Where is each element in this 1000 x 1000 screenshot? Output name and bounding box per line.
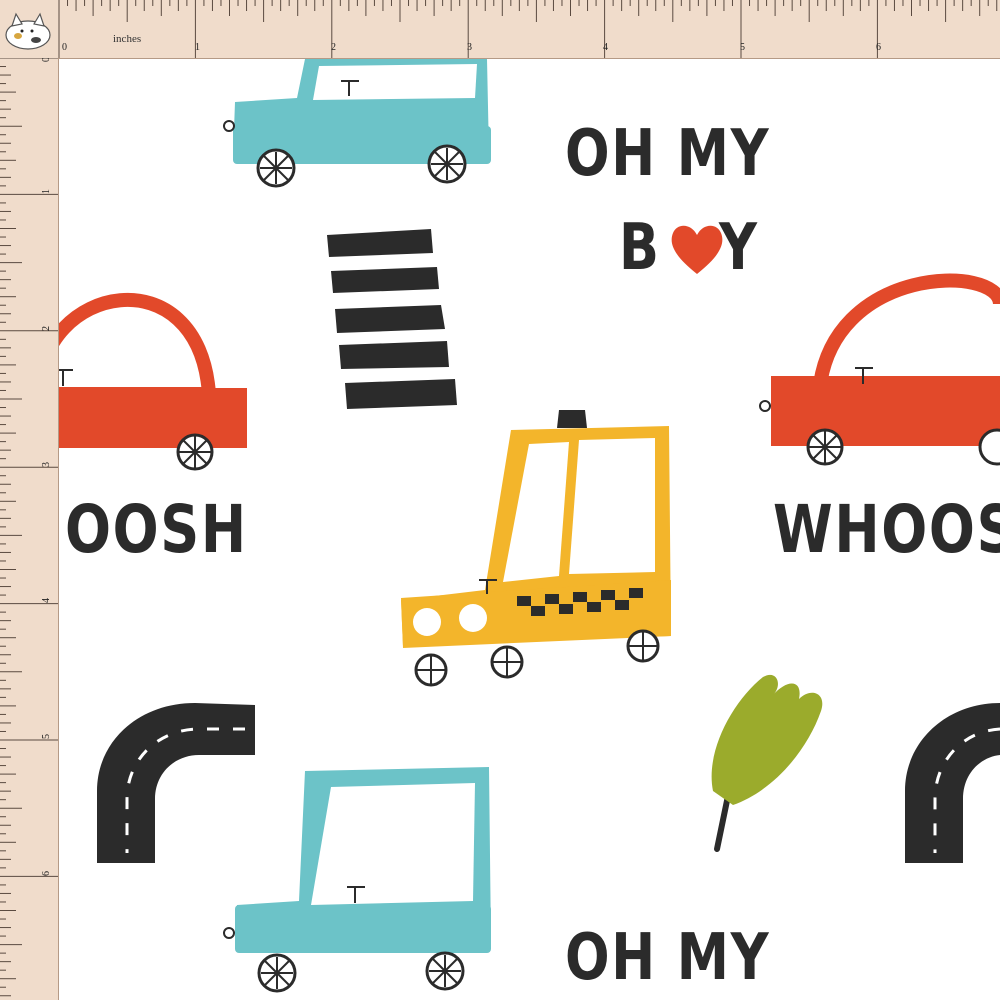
top-ruler-number: 4 (603, 42, 608, 53)
top-ruler-number: 6 (876, 42, 881, 53)
top-ruler-ticks (58, 0, 998, 58)
top-ruler-number: 1 (195, 42, 200, 53)
blue-car-bottom-icon (223, 767, 491, 993)
top-ruler-number: 2 (331, 42, 336, 53)
oh-my-text-bottom: OH MY (565, 921, 771, 995)
fabric-pattern-canvas: OH MY B Y OOSH WHOOS OH MY (59, 59, 1000, 1000)
left-ruler-number: 2 (41, 326, 52, 331)
boy-text-y: Y (719, 211, 759, 285)
whoosh-text-right: WHOOS (773, 491, 1000, 568)
top-ruler: inches 0 1 2 3 4 5 6 (0, 0, 1000, 59)
ruler-corner (0, 0, 58, 58)
cat-mascot-icon (5, 12, 51, 50)
ruler-unit-label: inches (113, 33, 142, 45)
road-curve-right-icon (905, 703, 1000, 863)
red-car-left-icon (59, 292, 247, 471)
crosswalk-icon (327, 229, 457, 409)
heart-icon (671, 225, 723, 274)
left-ruler-ticks (0, 58, 58, 997)
left-ruler-number: 1 (41, 189, 52, 194)
left-ruler: 0 1 2 3 4 5 6 (0, 57, 59, 1000)
oh-my-text-top: OH MY (565, 117, 771, 191)
boy-text-b: B (619, 211, 661, 285)
top-ruler-number: 3 (467, 42, 472, 53)
left-ruler-number: 6 (41, 871, 52, 876)
taxi-car-icon (401, 410, 671, 687)
top-ruler-number: 0 (62, 42, 67, 53)
red-car-right-icon (759, 273, 1000, 466)
tree-icon (711, 674, 823, 852)
whoosh-text-left: OOSH (65, 491, 248, 568)
blue-car-icon (223, 59, 491, 188)
left-ruler-number: 4 (41, 598, 52, 603)
left-ruler-number: 5 (41, 734, 52, 739)
top-ruler-number: 5 (740, 42, 745, 53)
left-ruler-number: 3 (41, 462, 52, 467)
